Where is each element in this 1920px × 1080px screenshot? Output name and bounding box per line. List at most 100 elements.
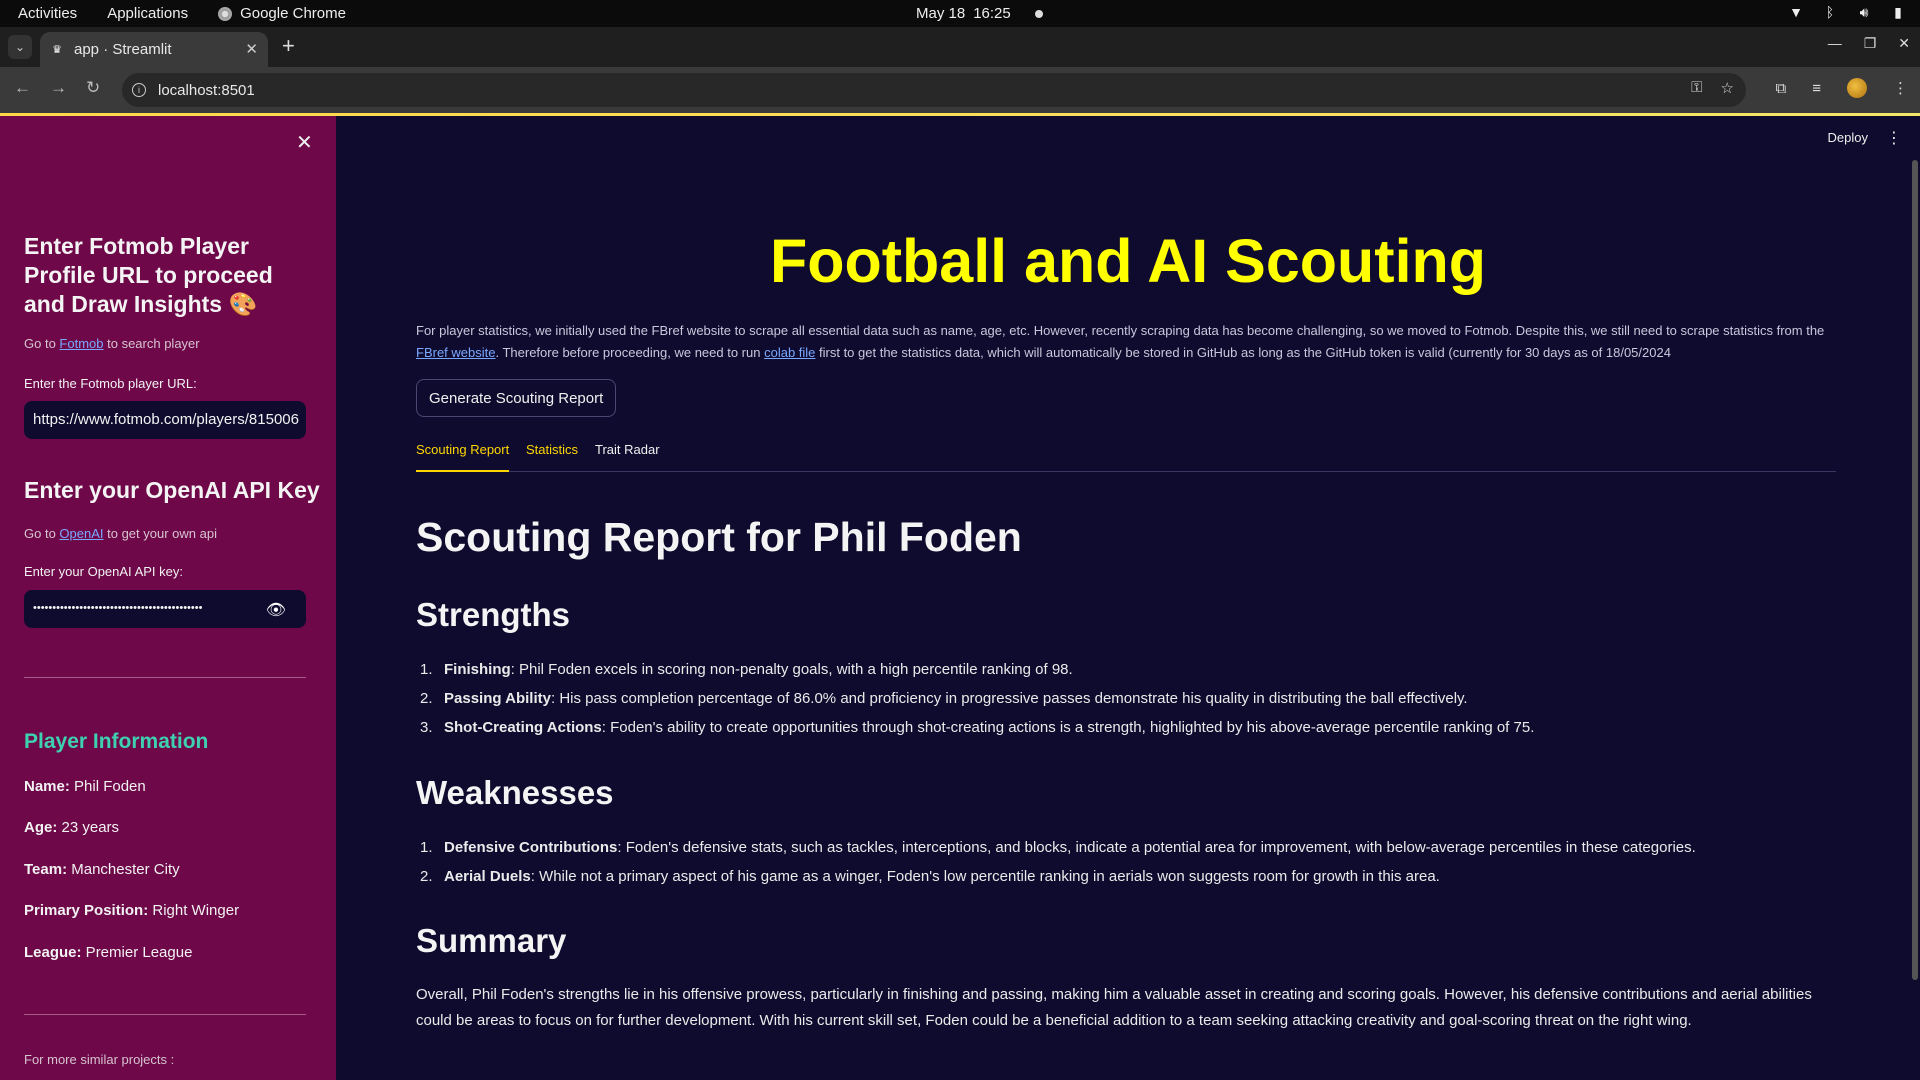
chrome-menu-kebab-icon[interactable]: ⋮ [1893, 79, 1908, 97]
strengths-heading: Strengths [416, 596, 571, 633]
battery-icon[interactable]: ▮ [1890, 4, 1906, 20]
list-text: : While not a primary aspect of his game… [530, 868, 1440, 885]
tab-trait-radar[interactable]: Trait Radar [595, 442, 660, 472]
intro-text-1: For player statistics, we initially used… [416, 323, 1825, 338]
generate-report-button[interactable]: Generate Scouting Report [416, 379, 617, 417]
fotmob-hint-suffix: to search player [103, 336, 200, 351]
main-menu-kebab-icon[interactable]: ⋮ [1886, 128, 1902, 148]
summary-heading: Summary [416, 922, 567, 959]
summary-paragraph: Overall, Phil Foden's strengths lie in h… [416, 986, 1812, 1029]
list-item: 1. Defensive Contributions: Foden's defen… [420, 839, 1696, 856]
list-text: : Foden's defensive stats, such as tackl… [617, 839, 1696, 856]
list-number: 2. [420, 868, 433, 885]
site-info-icon[interactable]: i [132, 83, 146, 97]
url-field-label: Enter the Fotmob player URL: [24, 376, 197, 391]
list-label: Aerial Duels [444, 868, 531, 885]
info-value: Right Winger [148, 902, 240, 919]
api-key-masked-value: ••••••••••••••••••••••••••••••••••••••••… [33, 602, 203, 614]
openai-hint: Go to OpenAI to get your own api [24, 526, 217, 541]
address-bar[interactable]: i localhost:8501 ⚿ ☆ [122, 73, 1746, 107]
tab-search-chevron-icon[interactable]: ⌄ [8, 35, 32, 59]
browser-tab-strip: ⌄ ♛ app · Streamlit ✕ + — ❐ ✕ [0, 27, 1920, 67]
list-item: 2. Aerial Duels: While not a primary aspe… [420, 868, 1440, 885]
intro-text-3: first to get the statistics data, which … [815, 345, 1671, 360]
applications-menu[interactable]: Applications [107, 5, 188, 22]
player-info-name: Name: Phil Foden [24, 778, 146, 795]
volume-icon[interactable]: 🔊︎ [1856, 4, 1872, 20]
list-item: 2. Passing Ability: His pass completion p… [420, 690, 1468, 707]
info-label: Age: [24, 819, 58, 836]
fotmob-link[interactable]: Fotmob [59, 336, 103, 351]
fotmob-url-input[interactable]: https://www.fotmob.com/players/815006 [24, 401, 306, 439]
info-label: Primary Position: [24, 902, 149, 919]
list-item: 1. Finishing: Phil Foden excels in scorin… [420, 661, 1073, 678]
clock[interactable]: May 18 16:25 [916, 5, 1043, 22]
player-info-league: League: Premier League [24, 944, 192, 961]
player-info-age: Age: 23 years [24, 819, 119, 836]
main-content: Deploy ⋮ Football and AI Scouting For pl… [336, 116, 1920, 1080]
openai-hint-suffix: to get your own api [103, 526, 217, 541]
reload-icon[interactable]: ↻ [86, 78, 100, 98]
window-close-icon[interactable]: ✕ [1898, 35, 1910, 52]
sidebar-divider [24, 1014, 306, 1015]
list-number: 3. [420, 719, 433, 736]
sidebar-heading-fotmob: Enter Fotmob Player Profile URL to proce… [24, 233, 273, 317]
profile-avatar[interactable] [1847, 78, 1867, 98]
tab-close-icon[interactable]: ✕ [245, 40, 258, 58]
colab-link[interactable]: colab file [764, 345, 815, 360]
sidebar-divider [24, 677, 306, 678]
weaknesses-heading: Weaknesses [416, 774, 614, 811]
info-label: Name: [24, 778, 70, 795]
intro-paragraph: For player statistics, we initially used… [416, 320, 1836, 364]
bookmark-star-icon[interactable]: ☆ [1721, 79, 1734, 97]
api-field-label: Enter your OpenAI API key: [24, 564, 183, 579]
report-title: Scouting Report for Phil Foden [416, 514, 1022, 560]
clock-time: 16:25 [973, 5, 1011, 22]
fbref-link[interactable]: FBref website [416, 345, 495, 360]
show-password-eye-icon[interactable]: 👁︎ [266, 600, 286, 620]
list-label: Defensive Contributions [444, 839, 618, 856]
list-number: 2. [420, 690, 433, 707]
bluetooth-icon[interactable]: ᛒ [1822, 4, 1838, 20]
active-app[interactable]: Google Chrome [218, 5, 346, 22]
forward-arrow-icon[interactable]: → [50, 78, 67, 98]
list-number: 1. [420, 661, 433, 678]
list-text: : Phil Foden excels in scoring non-penal… [510, 661, 1073, 678]
tab-title: app · Streamlit [74, 41, 172, 58]
media-queue-icon[interactable]: ≡ [1812, 80, 1821, 97]
password-key-icon[interactable]: ⚿ [1691, 79, 1702, 97]
player-info-position: Primary Position: Right Winger [24, 902, 239, 919]
back-arrow-icon[interactable]: ← [14, 78, 31, 98]
browser-tab-active[interactable]: ♛ app · Streamlit ✕ [40, 32, 268, 67]
fotmob-hint: Go to Fotmob to search player [24, 336, 200, 351]
tab-scouting-report[interactable]: Scouting Report [416, 442, 510, 472]
info-label: Team: [24, 861, 68, 878]
activities-button[interactable]: Activities [18, 5, 77, 22]
page-title: Football and AI Scouting [769, 227, 1487, 295]
deploy-button[interactable]: Deploy [1828, 130, 1868, 145]
minimize-icon[interactable]: — [1828, 35, 1842, 52]
openai-api-key-input[interactable]: ••••••••••••••••••••••••••••••••••••••••… [24, 590, 306, 628]
sidebar-heading-openai: Enter your OpenAI API Key [24, 477, 320, 503]
more-projects-text: For more similar projects : [24, 1052, 175, 1067]
player-info-team: Team: Manchester City [24, 861, 180, 878]
list-number: 1. [420, 839, 433, 856]
player-info-title: Player Information [24, 730, 209, 753]
maximize-icon[interactable]: ❐ [1864, 35, 1877, 52]
report-tabs: Scouting Report Statistics Trait Radar [416, 442, 1836, 472]
sidebar: ✕ Enter Fotmob Player Profile URL to pro… [0, 116, 336, 1080]
list-label: Shot-Creating Actions [444, 719, 602, 736]
sidebar-close-icon[interactable]: ✕ [296, 130, 313, 155]
info-value: 23 years [57, 819, 120, 836]
list-label: Finishing [444, 661, 511, 678]
streamlit-favicon-icon: ♛ [52, 44, 62, 56]
fotmob-hint-prefix: Go to [24, 336, 60, 351]
wifi-icon[interactable]: ▼ [1788, 4, 1804, 20]
info-label: League: [24, 944, 82, 961]
new-tab-plus-icon[interactable]: + [282, 33, 295, 59]
intro-text-2: . Therefore before proceeding, we need t… [495, 345, 765, 360]
openai-link[interactable]: OpenAI [59, 526, 103, 541]
info-value: Phil Foden [69, 778, 146, 795]
tab-statistics[interactable]: Statistics [526, 442, 578, 472]
extensions-puzzle-icon[interactable]: ⧉ [1776, 80, 1787, 97]
